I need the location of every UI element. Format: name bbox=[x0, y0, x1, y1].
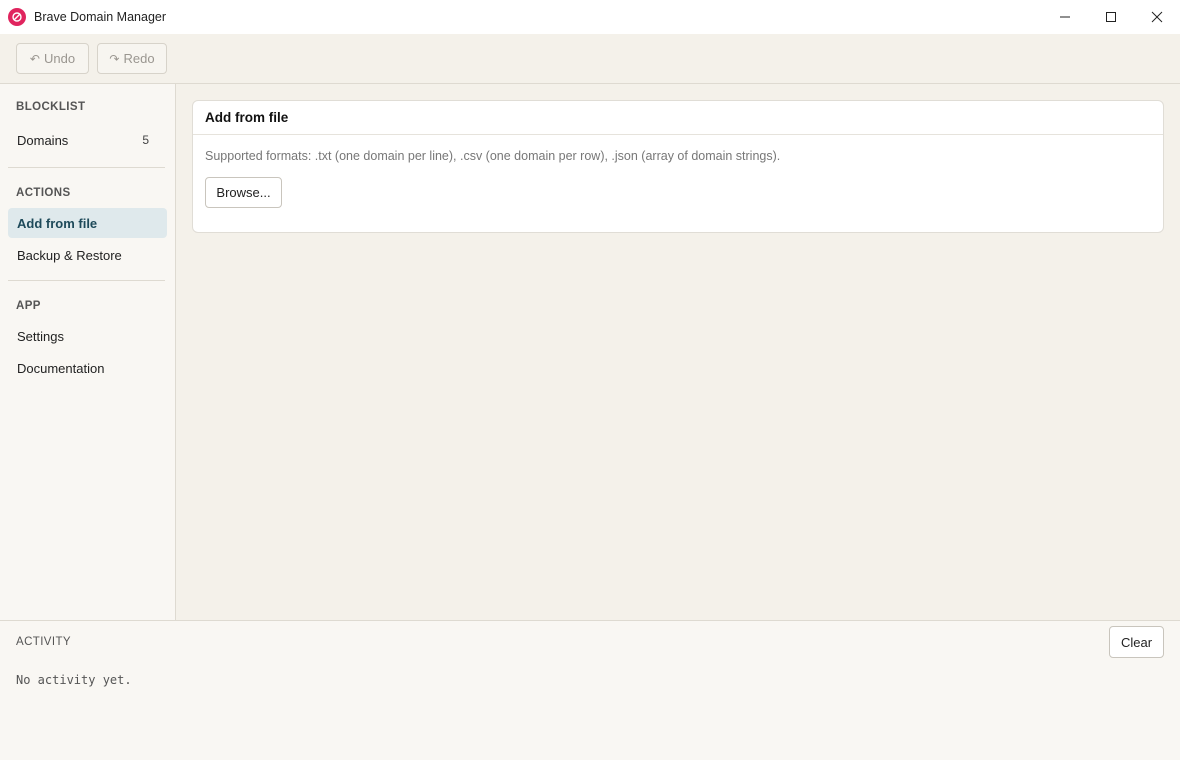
brave-logo-icon bbox=[8, 8, 26, 26]
sidebar-item-label: Add from file bbox=[17, 215, 98, 231]
add-from-file-card: Add from file Supported formats: .txt (o… bbox=[192, 100, 1164, 233]
supported-formats-text: Supported formats: .txt (one domain per … bbox=[205, 149, 781, 163]
activity-empty-text: No activity yet. bbox=[16, 673, 132, 687]
activity-heading: ACTIVITY bbox=[16, 636, 71, 648]
sidebar-item-label: Backup & Restore bbox=[17, 247, 122, 263]
redo-icon: ↷ bbox=[109, 51, 120, 66]
sidebar-item-add-from-file[interactable]: Add from file bbox=[8, 208, 167, 238]
maximize-icon bbox=[1106, 12, 1116, 22]
minimize-icon bbox=[1060, 16, 1070, 18]
sidebar-item-label: Settings bbox=[17, 328, 64, 344]
undo-button[interactable]: ↶ Undo bbox=[16, 43, 89, 74]
redo-button[interactable]: ↷ Redo bbox=[97, 43, 167, 74]
browse-button[interactable]: Browse... bbox=[205, 177, 282, 208]
main-content: Add from file Supported formats: .txt (o… bbox=[176, 84, 1180, 620]
sidebar-divider bbox=[8, 167, 165, 168]
title-bar: Brave Domain Manager bbox=[0, 0, 1180, 34]
minimize-button[interactable] bbox=[1042, 0, 1088, 34]
sidebar-item-domains[interactable]: Domains 5 bbox=[8, 125, 167, 155]
undo-icon: ↶ bbox=[29, 51, 40, 66]
sidebar-item-settings[interactable]: Settings bbox=[8, 321, 167, 351]
sidebar-item-label: Domains bbox=[17, 132, 69, 148]
sidebar-item-label: Documentation bbox=[17, 360, 105, 376]
window-title: Brave Domain Manager bbox=[34, 10, 167, 24]
close-icon bbox=[1151, 11, 1163, 23]
sidebar-divider bbox=[8, 280, 165, 281]
redo-label: Redo bbox=[123, 51, 155, 66]
activity-panel: ACTIVITY Clear No activity yet. bbox=[0, 620, 1180, 760]
sidebar-heading-actions: ACTIONS bbox=[16, 187, 71, 199]
sidebar-item-documentation[interactable]: Documentation bbox=[8, 353, 167, 383]
toolbar: ↶ Undo ↷ Redo bbox=[0, 34, 1180, 84]
sidebar-item-backup-restore[interactable]: Backup & Restore bbox=[8, 240, 167, 270]
clear-button[interactable]: Clear bbox=[1109, 626, 1164, 658]
undo-label: Undo bbox=[43, 51, 76, 66]
sidebar-heading-blocklist: BLOCKLIST bbox=[16, 101, 86, 113]
card-title: Add from file bbox=[193, 101, 1163, 135]
sidebar: BLOCKLIST Domains 5 ACTIONS Add from fil… bbox=[0, 84, 176, 620]
close-button[interactable] bbox=[1134, 0, 1180, 34]
maximize-button[interactable] bbox=[1088, 0, 1134, 34]
sidebar-heading-app: APP bbox=[16, 300, 41, 312]
domains-count-badge: 5 bbox=[142, 133, 149, 147]
